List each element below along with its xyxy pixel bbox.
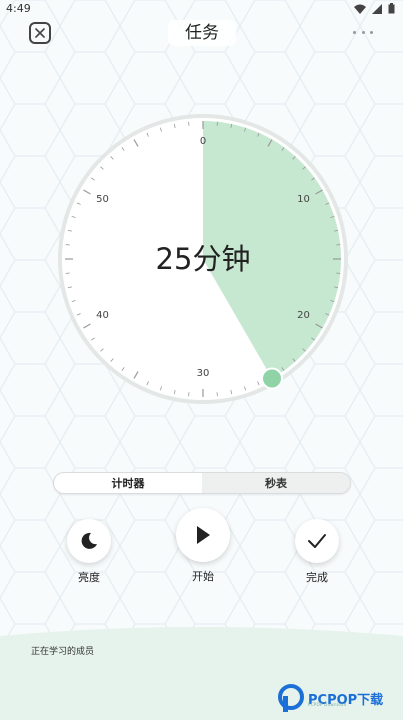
tick-label-40: 40 [96, 310, 109, 321]
dial-handle[interactable] [261, 367, 283, 390]
tab-stopwatch[interactable]: 秒表 [202, 473, 350, 493]
play-icon [197, 526, 210, 544]
more-dots-icon[interactable] [353, 26, 373, 38]
status-bar: 4:49 [0, 0, 403, 18]
mode-tabs: 计时器 秒表 [53, 472, 351, 494]
timer-display: 25分钟 [155, 242, 251, 276]
pcpop-logo-icon [278, 684, 304, 712]
tick-label-50: 50 [96, 194, 109, 205]
brightness-button[interactable] [67, 519, 111, 563]
wifi-icon [354, 4, 366, 14]
battery-icon [388, 3, 395, 14]
signal-icon [372, 3, 382, 14]
moon-icon [81, 532, 97, 549]
tab-timer[interactable]: 计时器 [54, 473, 202, 493]
header: 任务 [0, 18, 403, 52]
brightness-label: 亮度 [78, 571, 100, 584]
complete-label: 完成 [306, 571, 328, 584]
start-label: 开始 [192, 570, 214, 583]
check-icon [308, 534, 326, 548]
complete-control: 完成 [294, 519, 340, 585]
status-time: 4:49 [6, 2, 31, 15]
watermark: PCPOP下载 PCPOP Download [278, 684, 383, 712]
tick-label-0: 0 [199, 136, 207, 147]
close-button[interactable] [29, 22, 51, 44]
watermark-subtext: PCPOP Download [308, 702, 347, 707]
tick-label-20: 20 [297, 310, 310, 321]
start-control: 开始 [175, 508, 231, 584]
complete-button[interactable] [295, 519, 339, 563]
tick-label-30: 30 [196, 368, 210, 379]
page-title: 任务 [168, 20, 236, 46]
members-label: 正在学习的成员 [31, 647, 95, 657]
timer-dial[interactable]: 0 10 20 30 40 50 25分钟 [56, 112, 350, 406]
close-icon [35, 28, 45, 38]
start-button[interactable] [176, 508, 230, 562]
tick-label-10: 10 [297, 194, 310, 205]
brightness-control: 亮度 [66, 519, 112, 585]
